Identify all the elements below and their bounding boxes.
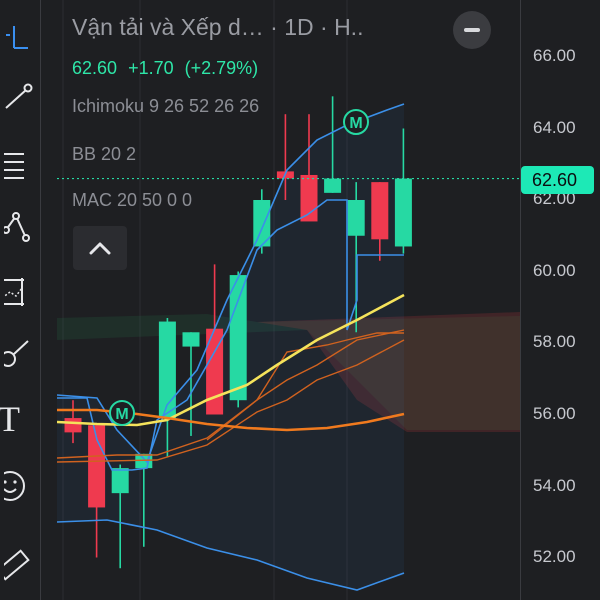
trend-line-tool[interactable]: [0, 78, 40, 118]
price-tick: 58.00: [533, 332, 576, 351]
candle-body: [182, 332, 200, 347]
candle-body: [394, 178, 412, 247]
chart-pane[interactable]: MM: [57, 0, 520, 600]
candle: [88, 425, 106, 558]
price-tick: 56.00: [533, 404, 576, 423]
crosshair-tool[interactable]: [0, 16, 40, 56]
prediction-icon: [4, 278, 24, 306]
price-tick: 60.00: [533, 261, 576, 280]
text-icon: T: [0, 399, 20, 439]
brush-tool[interactable]: [0, 335, 40, 375]
fib-retracement-tool[interactable]: [0, 144, 40, 184]
indicator-ichimoku[interactable]: Ichimoku 9 26 52 26 26: [72, 96, 259, 117]
pattern-icon: [4, 212, 30, 242]
emoji-tool[interactable]: [0, 466, 40, 506]
price-change: +1.70: [128, 58, 174, 78]
drawing-toolbar: T: [0, 0, 41, 600]
expand-indicators-button[interactable]: [73, 226, 127, 270]
minus-icon: [464, 28, 480, 32]
current-price-label: 62.60: [532, 170, 578, 190]
price-change-percent: (+2.79%): [184, 58, 259, 78]
fib-retracement-icon: [4, 153, 24, 179]
price-tick: 54.00: [533, 476, 576, 495]
text-tool[interactable]: T: [0, 399, 40, 440]
marker-label: M: [115, 406, 128, 423]
emoji-icon: [4, 471, 25, 501]
symbol-title[interactable]: Vận tải và Xếp d… · 1D · H..: [72, 14, 452, 41]
crosshair-icon: [6, 26, 28, 49]
current-price-tag: 62.60: [521, 166, 594, 194]
price-axis[interactable]: 66.00 64.00 62.00 60.00 58.00 56.00 54.0…: [520, 0, 600, 600]
marker-label: M: [349, 115, 362, 132]
collapse-legend-button[interactable]: [453, 11, 491, 49]
price-tick: 52.00: [533, 547, 576, 566]
candle: [206, 264, 224, 415]
ruler-icon: [4, 549, 30, 581]
chevron-up-icon: [89, 242, 111, 255]
candle-body: [371, 182, 389, 240]
candle-body: [64, 418, 82, 433]
prediction-tool[interactable]: [0, 270, 40, 310]
last-price: 62.60: [72, 58, 118, 78]
candle-body: [111, 468, 129, 494]
event-marker: M: [343, 109, 369, 135]
price-tick: 64.00: [533, 118, 576, 137]
candle-body: [324, 178, 342, 193]
brush-icon: [4, 340, 29, 367]
price-chart[interactable]: MM: [57, 0, 520, 600]
pattern-tool[interactable]: [0, 206, 40, 246]
indicator-ma-cross[interactable]: MAC 20 50 0 0: [72, 190, 192, 211]
chart-background-layer: [57, 0, 520, 600]
candle-body: [347, 200, 365, 236]
indicator-bollinger-bands[interactable]: BB 20 2: [72, 144, 136, 165]
price-tick: 66.00: [533, 46, 576, 65]
candle-body: [229, 275, 247, 401]
trend-line-icon: [5, 83, 33, 109]
event-marker: M: [109, 400, 135, 426]
ruler-tool[interactable]: [0, 545, 40, 585]
quote-line: 62.60 +1.70 (+2.79%): [72, 58, 264, 79]
